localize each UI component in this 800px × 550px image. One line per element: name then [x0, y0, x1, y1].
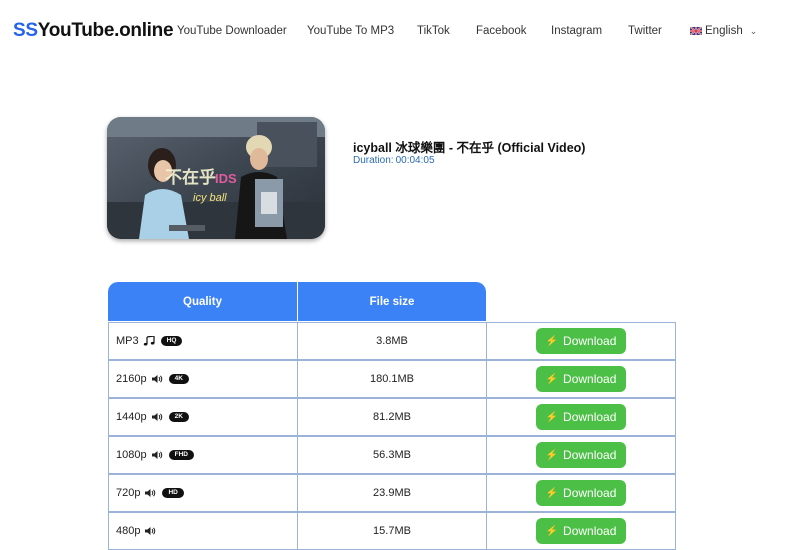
bolt-icon: ⚡: [545, 373, 559, 385]
quality-badge: HQ: [160, 336, 183, 346]
uk-flag-icon: [690, 27, 702, 35]
video-duration: Duration: 00:04:05: [353, 155, 435, 166]
speaker-icon: [151, 374, 163, 384]
duration-value: 00:04:05: [395, 155, 435, 166]
music-note-icon: [143, 335, 155, 346]
table-row: 720p HD 23.9MB ⚡ Download: [108, 474, 676, 512]
site-logo[interactable]: SSYouTube.online: [13, 20, 174, 42]
speaker-icon: [144, 526, 156, 536]
speaker-icon: [144, 488, 156, 498]
bolt-icon: ⚡: [545, 487, 559, 499]
svg-text:IDS: IDS: [215, 171, 237, 186]
download-label: Download: [563, 448, 617, 462]
nav-youtube-downloader[interactable]: YouTube Downloader: [177, 25, 287, 37]
file-size-cell: 56.3MB: [297, 436, 487, 474]
file-size-cell: 81.2MB: [297, 398, 487, 436]
quality-label: 720p: [116, 487, 141, 499]
chevron-down-icon: ⌄: [749, 25, 758, 36]
download-cell: ⚡ Download: [486, 360, 676, 398]
quality-cell: 720p HD: [108, 474, 298, 512]
quality-cell: 1080p FHD: [108, 436, 298, 474]
file-size-header: File size: [298, 282, 486, 321]
language-selector[interactable]: English ⌄: [690, 25, 757, 37]
quality-cell: 1440p 2K: [108, 398, 298, 436]
download-cell: ⚡ Download: [486, 436, 676, 474]
quality-badge: 2K: [168, 412, 189, 422]
logo-text: YouTube.online: [37, 20, 174, 41]
download-button[interactable]: ⚡ Download: [536, 404, 626, 430]
table-row: MP3 HQ 3.8MB ⚡ Download: [108, 322, 676, 360]
svg-text:不在乎: 不在乎: [165, 167, 216, 187]
download-button[interactable]: ⚡ Download: [536, 328, 626, 354]
table-row: 1440p 2K 81.2MB ⚡ Download: [108, 398, 676, 436]
quality-label: 1080p: [116, 449, 147, 461]
video-thumbnail: 不在乎 IDS icy ball: [107, 117, 325, 239]
speaker-icon: [151, 412, 163, 422]
file-size-cell: 180.1MB: [297, 360, 487, 398]
table-row: 480p 15.7MB ⚡ Download: [108, 512, 676, 550]
quality-cell: 480p: [108, 512, 298, 550]
download-label: Download: [563, 410, 617, 424]
video-title: icyball 冰球樂團 - 不在乎 (Official Video): [353, 141, 586, 155]
download-cell: ⚡ Download: [486, 398, 676, 436]
table-row: 1080p FHD 56.3MB ⚡ Download: [108, 436, 676, 474]
quality-label: 1440p: [116, 411, 147, 423]
quality-label: MP3: [116, 335, 139, 347]
download-button[interactable]: ⚡ Download: [536, 518, 626, 544]
site-header: SSYouTube.online YouTube Downloader YouT…: [0, 0, 800, 62]
download-button[interactable]: ⚡ Download: [536, 480, 626, 506]
quality-label: 480p: [116, 525, 141, 537]
nav-instagram[interactable]: Instagram: [551, 25, 602, 37]
download-label: Download: [563, 334, 617, 348]
duration-label: Duration:: [353, 155, 394, 166]
file-size-cell: 23.9MB: [297, 474, 487, 512]
nav-twitter[interactable]: Twitter: [628, 25, 662, 37]
bolt-icon: ⚡: [545, 335, 559, 347]
quality-badge: FHD: [168, 450, 194, 460]
bolt-icon: ⚡: [545, 449, 559, 461]
quality-badge: 4K: [168, 374, 189, 384]
download-button[interactable]: ⚡ Download: [536, 442, 626, 468]
speaker-icon: [151, 450, 163, 460]
file-size-cell: 3.8MB: [297, 322, 487, 360]
nav-tiktok[interactable]: TikTok: [417, 25, 450, 37]
download-cell: ⚡ Download: [486, 512, 676, 550]
quality-badge: HD: [162, 488, 184, 498]
download-cell: ⚡ Download: [486, 322, 676, 360]
download-label: Download: [563, 372, 617, 386]
download-label: Download: [563, 524, 617, 538]
file-size-cell: 15.7MB: [297, 512, 487, 550]
svg-text:icy ball: icy ball: [193, 192, 227, 204]
logo-ss: SS: [13, 20, 38, 41]
table-row: 2160p 4K 180.1MB ⚡ Download: [108, 360, 676, 398]
nav-facebook[interactable]: Facebook: [476, 25, 527, 37]
download-button[interactable]: ⚡ Download: [536, 366, 626, 392]
quality-header: Quality: [108, 282, 297, 321]
nav-youtube-to-mp3[interactable]: YouTube To MP3: [307, 25, 394, 37]
quality-cell: 2160p 4K: [108, 360, 298, 398]
quality-label: 2160p: [116, 373, 147, 385]
language-label: English: [705, 25, 743, 37]
download-cell: ⚡ Download: [486, 474, 676, 512]
bolt-icon: ⚡: [545, 525, 559, 537]
bolt-icon: ⚡: [545, 411, 559, 423]
quality-cell: MP3 HQ: [108, 322, 298, 360]
download-label: Download: [563, 486, 617, 500]
